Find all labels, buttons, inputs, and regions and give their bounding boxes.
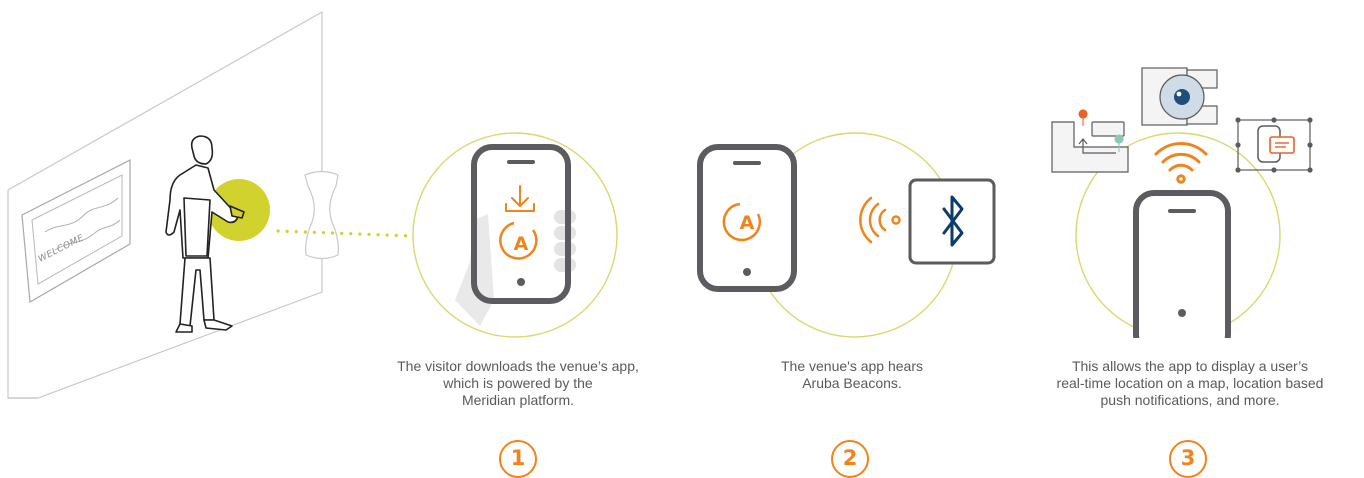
- caption-line: which is powered by the: [443, 375, 593, 391]
- caption-line: real-time location on a map, location ba…: [1056, 375, 1324, 391]
- download-icon: [505, 185, 535, 212]
- step-3-caption: This allows the app to display a user’s …: [1020, 358, 1360, 409]
- eye-icon: [1174, 89, 1190, 105]
- map-pin-orange-icon: [1078, 109, 1088, 127]
- room-wall: [7, 10, 323, 399]
- caption-line: Aruba Beacons.: [802, 375, 902, 391]
- caption-line: The visitor downloads the venue’s app,: [397, 358, 639, 374]
- step-2-number: 2: [831, 440, 869, 478]
- caption-line: push notifications, and more.: [1100, 392, 1280, 408]
- step-2-app-letter: A: [740, 212, 755, 234]
- location-eye-card: [1141, 67, 1218, 126]
- step-1-caption: The visitor downloads the venue’s app, w…: [360, 358, 676, 409]
- step-3-phone: [1133, 190, 1231, 356]
- welcome-text: WELCOME: [37, 233, 86, 265]
- notification-card: [1235, 117, 1313, 173]
- step-2-caption: The venue's app hears Aruba Beacons.: [702, 358, 1002, 392]
- step-3-illustration: [1051, 67, 1313, 356]
- beacon-signal-icon: [859, 196, 901, 244]
- step-1-app-letter: A: [514, 233, 529, 255]
- step-2-illustration: A: [697, 132, 996, 338]
- step-1-number: 1: [499, 440, 537, 478]
- caption-line: This allows the app to display a user’s: [1071, 358, 1309, 374]
- step-3-number: 3: [1169, 440, 1207, 478]
- caption-line: Meridian platform.: [461, 392, 575, 408]
- chat-bubble-icon: [1269, 136, 1295, 154]
- welcome-sign: WELCOME: [21, 159, 131, 303]
- dotted-link: [276, 229, 414, 238]
- wifi-icon: [1154, 141, 1208, 184]
- caption-line: The venue's app hears: [781, 358, 923, 374]
- step-1-illustration: A: [412, 132, 618, 338]
- map-card: [1051, 121, 1129, 173]
- vase: [304, 170, 339, 260]
